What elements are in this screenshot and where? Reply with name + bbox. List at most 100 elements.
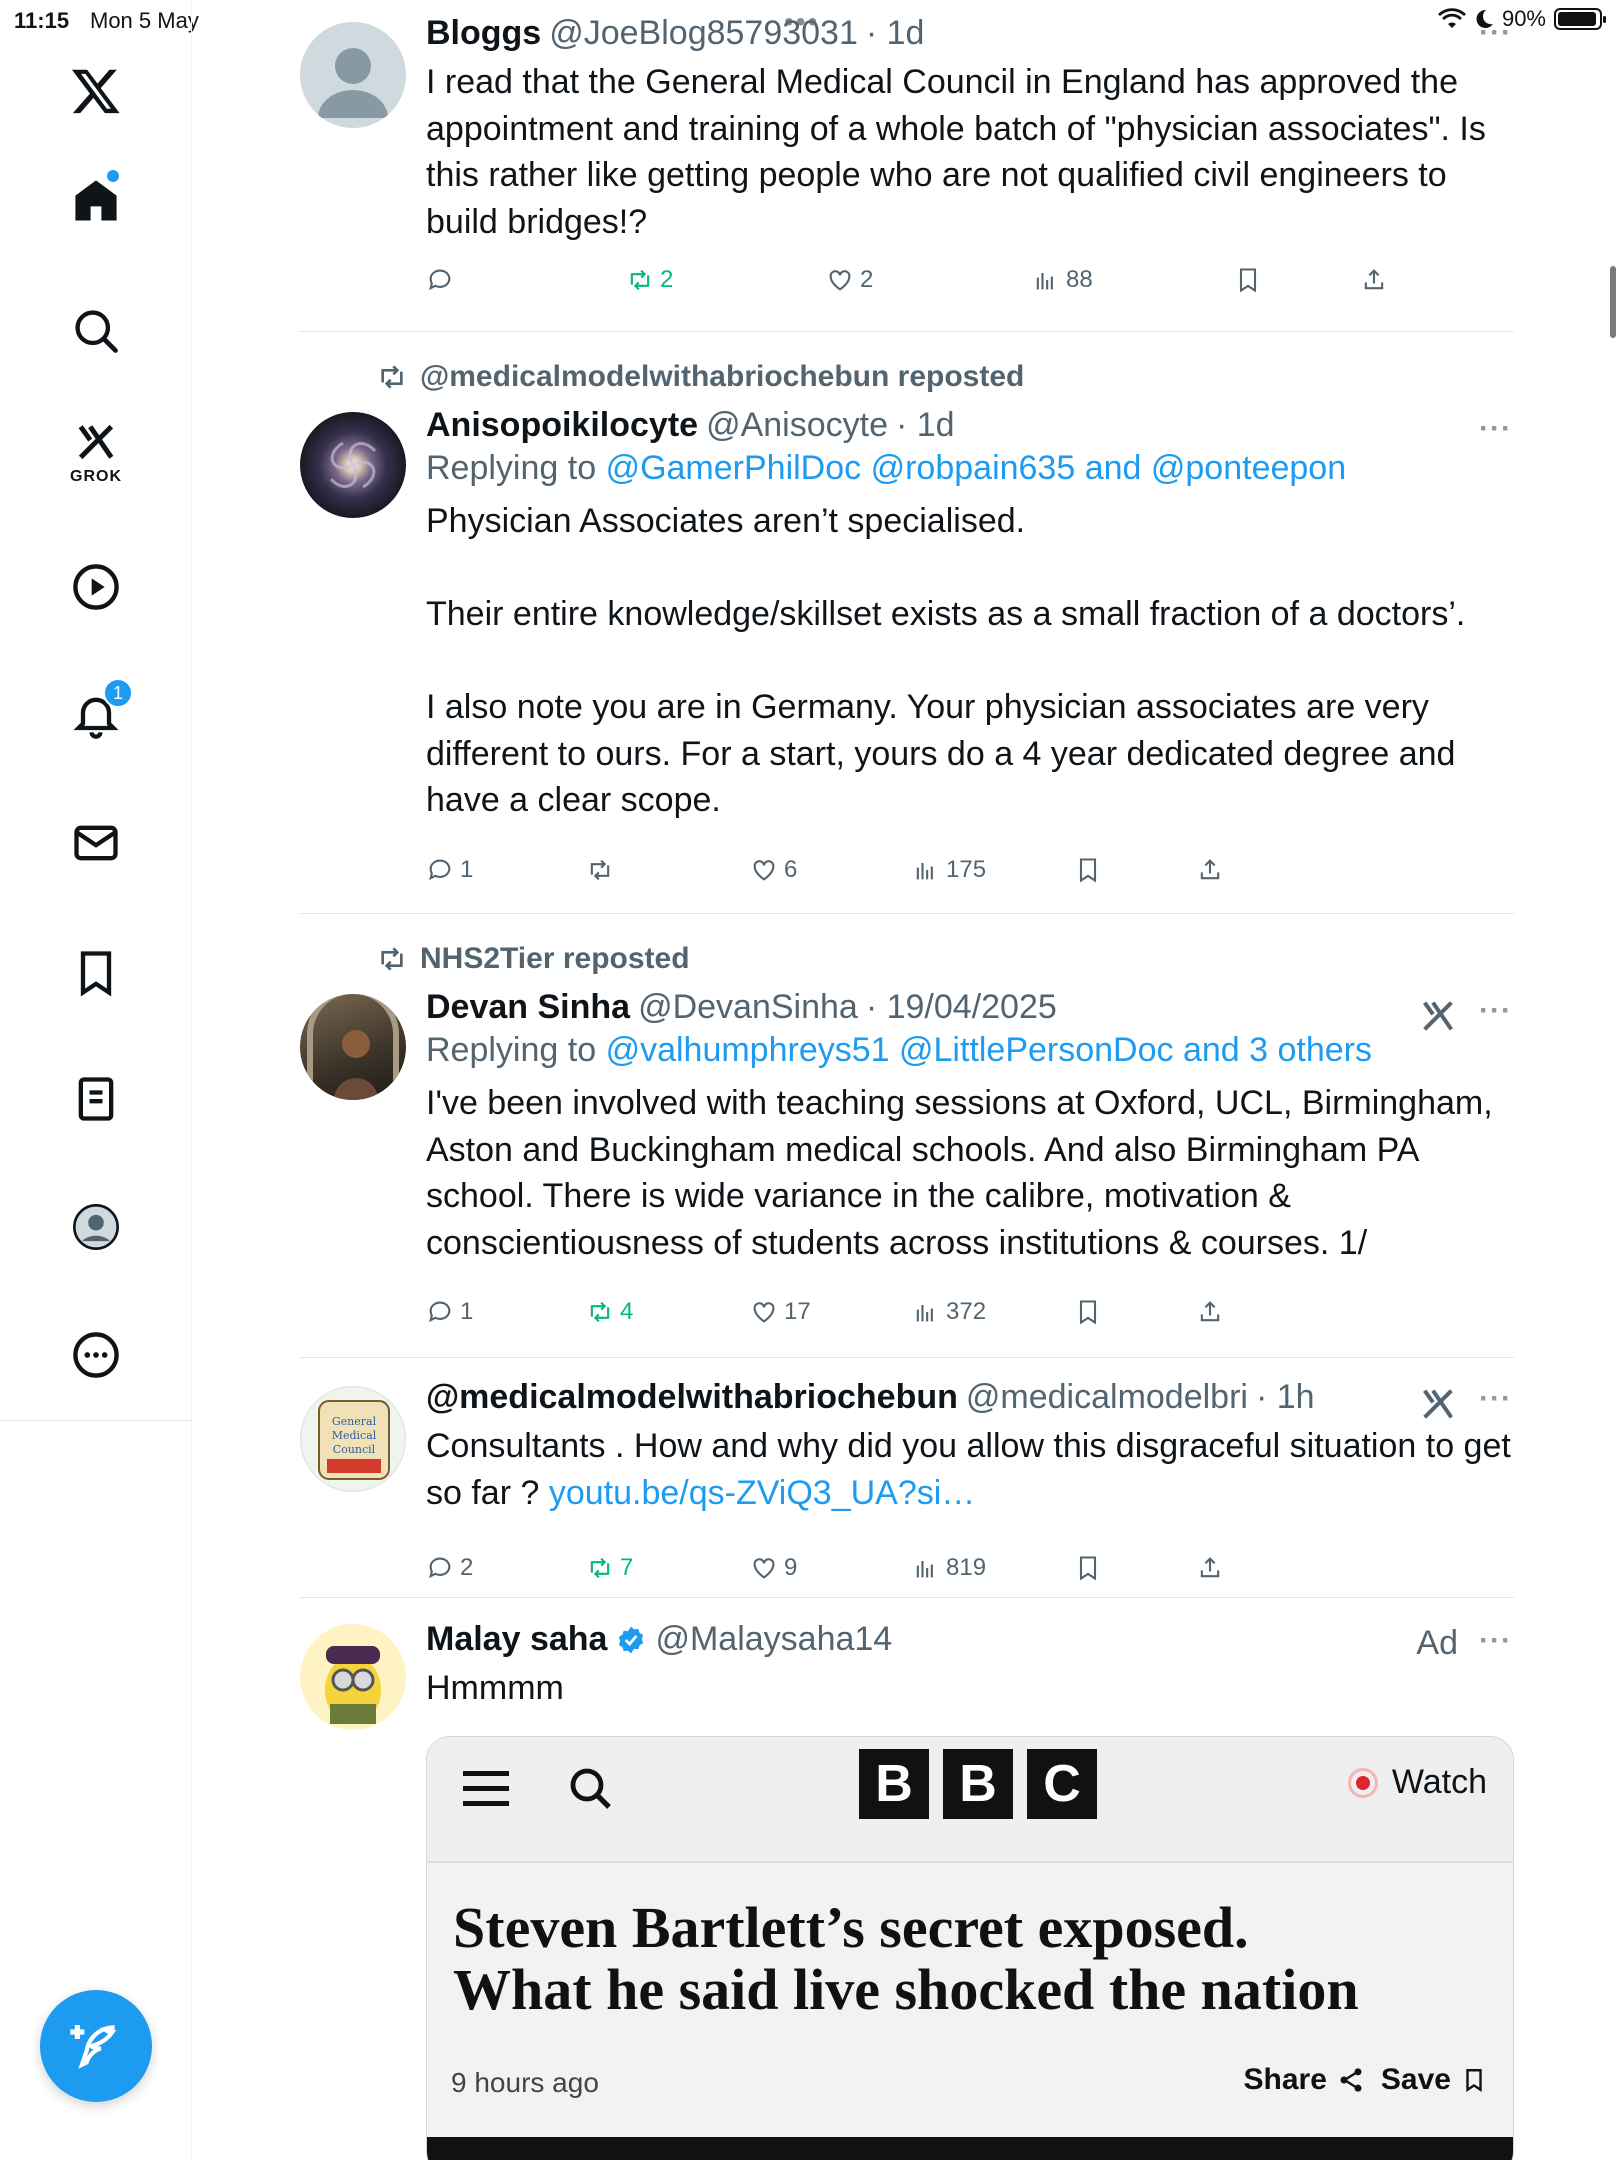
replying-to-links[interactable]: @GamerPhilDoc @robpain635 and @ponteepon <box>606 449 1347 487</box>
author-handle[interactable]: @Anisocyte <box>706 406 888 445</box>
repost-icon <box>381 947 403 971</box>
replying-to: Replying to @GamerPhilDoc @robpain635 an… <box>426 449 1514 488</box>
verified-badge-icon <box>619 1626 644 1653</box>
tweet-medicalmodel[interactable]: General Medical Council @medicalmodelwitha… <box>300 1358 1514 1598</box>
repost-count: 2 <box>660 266 674 293</box>
search-icon <box>570 1768 611 1809</box>
share-label: Share <box>1243 2063 1327 2096</box>
author-handle[interactable]: @JoeBlog85793031 <box>549 14 858 53</box>
avatar[interactable] <box>300 22 406 128</box>
bookmark-icon <box>1079 1300 1097 1325</box>
reply-icon <box>429 859 451 881</box>
bookmark-button[interactable] <box>1074 1298 1102 1326</box>
post-time[interactable]: · 1d <box>896 406 955 445</box>
author-handle[interactable]: @Malaysaha14 <box>655 1620 892 1659</box>
like-button[interactable]: 17 <box>750 1298 811 1326</box>
repost-context[interactable]: @medicalmodelwithabriochebun reposted <box>376 360 1024 394</box>
ad-label: Ad <box>1416 1624 1458 1662</box>
tweet-link[interactable]: youtu.be/qs-ZViQ3_UA?si… <box>549 1474 975 1512</box>
views-count: 372 <box>946 1298 987 1325</box>
share-button[interactable] <box>1196 1554 1224 1582</box>
views-icon <box>916 1561 933 1578</box>
search-icon[interactable] <box>55 290 137 372</box>
watch-label: Watch <box>1391 1763 1487 1801</box>
heart-icon <box>753 1302 775 1323</box>
home-icon[interactable] <box>55 160 137 242</box>
repost-button[interactable] <box>586 856 620 884</box>
like-button[interactable]: 9 <box>750 1554 797 1582</box>
avatar[interactable]: General Medical Council <box>300 1386 406 1492</box>
share-icon <box>1364 269 1384 290</box>
more-options-icon[interactable]: ··· <box>1479 994 1512 1028</box>
x-logo-icon[interactable] <box>55 50 137 132</box>
bookmarks-icon[interactable] <box>55 932 137 1014</box>
grok-explain-icon[interactable] <box>1418 996 1458 1036</box>
avatar[interactable] <box>300 412 406 518</box>
heart-icon <box>753 860 775 881</box>
bookmark-button[interactable] <box>1234 266 1262 294</box>
replying-to-links[interactable]: @valhumphreys51 @LittlePersonDoc and 3 o… <box>606 1031 1372 1069</box>
reply-count: 1 <box>460 856 474 883</box>
notifications-icon[interactable]: 1 <box>55 674 137 756</box>
more-options-icon[interactable]: ··· <box>1479 1624 1512 1658</box>
post-time[interactable]: · 19/04/2025 <box>866 988 1057 1027</box>
author-name[interactable]: @medicalmodelwithabriochebun <box>426 1378 958 1417</box>
tweet-devan-sinha[interactable]: NHS2Tier reposted Devan Sinha @DevanSinh… <box>300 914 1514 1358</box>
reply-button[interactable] <box>426 266 460 294</box>
reply-button[interactable]: 2 <box>426 1554 473 1582</box>
author-name[interactable]: Devan Sinha <box>426 988 630 1027</box>
avatar[interactable] <box>300 994 406 1100</box>
author-name[interactable]: Bloggs <box>426 14 541 53</box>
scrollbar[interactable] <box>1610 266 1616 338</box>
author-handle[interactable]: @medicalmodelbri <box>966 1378 1248 1417</box>
repost-icon <box>630 269 650 291</box>
lists-icon[interactable] <box>55 1058 137 1140</box>
bookmark-button[interactable] <box>1074 856 1102 884</box>
views-button[interactable]: 372 <box>912 1298 986 1326</box>
replying-to-label: Replying to <box>426 1031 597 1069</box>
more-options-icon[interactable]: ··· <box>1479 1382 1512 1416</box>
more-icon[interactable] <box>55 1314 137 1396</box>
messages-icon[interactable] <box>55 802 137 884</box>
bookmark-icon <box>1239 268 1257 293</box>
views-button[interactable]: 175 <box>912 856 986 884</box>
like-count: 9 <box>784 1554 798 1581</box>
author-name[interactable]: Malay saha <box>426 1620 607 1659</box>
like-button[interactable]: 6 <box>750 856 797 884</box>
watch-live: Watch <box>1347 1763 1487 1802</box>
share-button[interactable] <box>1196 856 1224 884</box>
share-button[interactable] <box>1196 1298 1224 1326</box>
more-options-icon[interactable]: ··· <box>1479 16 1512 50</box>
notifications-badge: 1 <box>103 678 133 708</box>
grok-explain-icon[interactable] <box>1418 1384 1458 1424</box>
tweet-bloggs[interactable]: Bloggs @JoeBlog85793031 · 1d I read that… <box>300 0 1514 332</box>
views-button[interactable]: 88 <box>1032 266 1093 294</box>
views-count: 175 <box>946 856 987 883</box>
repost-button[interactable]: 2 <box>626 266 673 294</box>
post-time[interactable]: · 1d <box>866 14 925 53</box>
reply-button[interactable]: 1 <box>426 856 473 884</box>
grok-icon[interactable]: GROK <box>55 410 137 492</box>
compose-post-button[interactable] <box>40 1990 152 2102</box>
repost-button[interactable]: 4 <box>586 1298 633 1326</box>
author-name[interactable]: Anisopoikilocyte <box>426 406 698 445</box>
post-time[interactable]: · 1h <box>1256 1378 1315 1417</box>
bookmark-button[interactable] <box>1074 1554 1102 1582</box>
heart-icon <box>829 270 851 291</box>
like-button[interactable]: 2 <box>826 266 873 294</box>
more-options-icon[interactable]: ··· <box>1479 412 1512 446</box>
reply-button[interactable]: 1 <box>426 1298 473 1326</box>
share-button[interactable] <box>1360 266 1388 294</box>
ad-media-card[interactable]: B B C Watch Steven Bartlett’s secret exp… <box>426 1736 1514 2160</box>
svg-text:Council: Council <box>333 1443 376 1456</box>
repost-context[interactable]: NHS2Tier reposted <box>376 942 690 976</box>
repost-button[interactable]: 7 <box>586 1554 633 1582</box>
svg-text:General: General <box>332 1415 377 1428</box>
svg-text:Medical: Medical <box>332 1429 377 1442</box>
avatar[interactable] <box>300 1624 406 1730</box>
views-button[interactable]: 819 <box>912 1554 986 1582</box>
tweet-anisopoikilocyte[interactable]: @medicalmodelwithabriochebun reposted An… <box>300 332 1514 914</box>
video-icon[interactable] <box>55 546 137 628</box>
author-handle[interactable]: @DevanSinha <box>638 988 858 1027</box>
profile-icon[interactable] <box>55 1186 137 1268</box>
